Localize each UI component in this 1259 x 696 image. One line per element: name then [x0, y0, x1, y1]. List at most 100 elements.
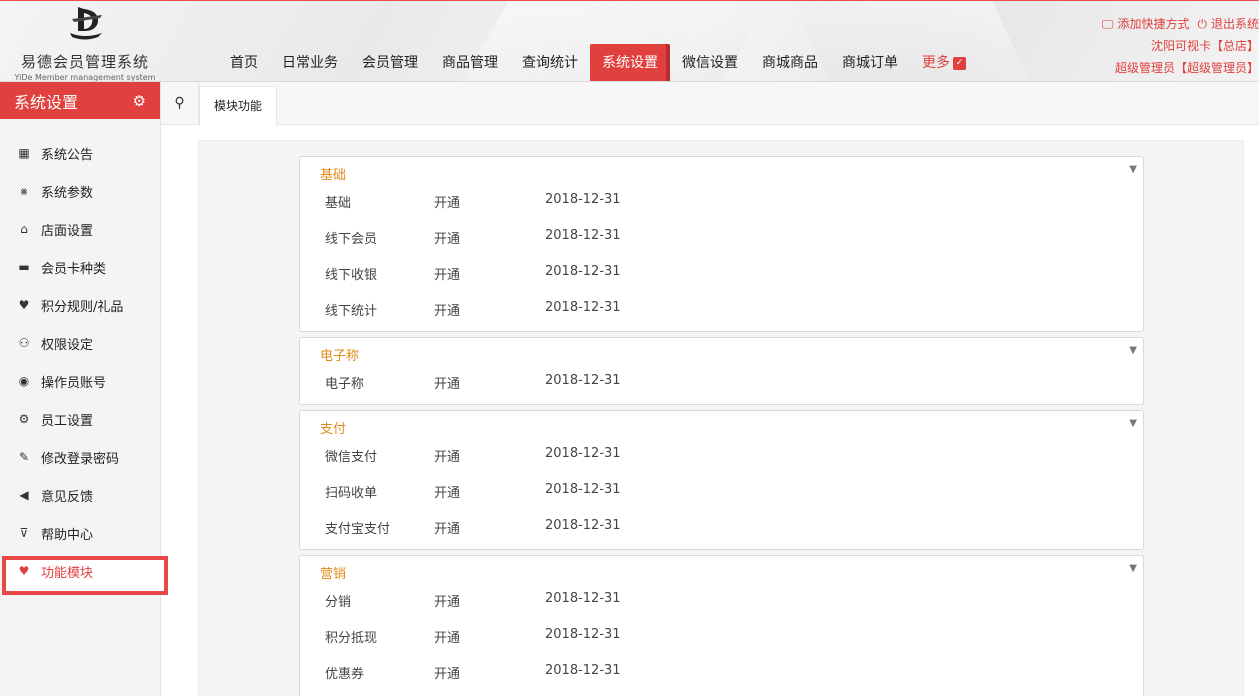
- sidebar: 系统设置 ⚙ ▦ 系统公告 ⨳ 系统参数 ⌂ 店面设置 ▬ 会员卡种类 ♥ 积分规则/礼品…: [0, 82, 168, 696]
- top-header: 易德会员管理系统 YiDe Member management system 首…: [0, 0, 1259, 82]
- tools-icon: ⨳: [20, 183, 28, 198]
- heart-icon: ♥: [18, 564, 30, 578]
- module-expiry: 2018-12-31: [545, 228, 621, 243]
- sidebar-item-points[interactable]: ♥ 积分规则/礼品: [0, 286, 160, 324]
- gear-icon[interactable]: ⚙: [133, 92, 146, 110]
- heart-icon: ♥: [18, 298, 30, 312]
- sidebar-item-permissions[interactable]: ⚇ 权限设定: [0, 324, 160, 362]
- module-name: 优惠券: [325, 667, 365, 682]
- module-group-panel: 营销 ▼ 分销 开通 2018-12-31 积分抵现 开通 2018-12-31…: [299, 555, 1144, 696]
- logout-link[interactable]: ⏻ 退出系统: [1197, 17, 1259, 31]
- nav-system-settings[interactable]: 系统设置: [590, 44, 670, 81]
- module-name: 线下统计: [325, 304, 378, 319]
- module-expiry: 2018-12-31: [545, 518, 621, 533]
- module-group-panel: 电子称 ▼ 电子称 开通 2018-12-31: [299, 337, 1144, 405]
- module-status: 开通: [434, 631, 461, 646]
- main-nav: 首页 日常业务 会员管理 商品管理 查询统计 系统设置 微信设置 商城商品 商城…: [218, 44, 978, 81]
- nav-more-label: 更多: [922, 55, 950, 71]
- gear-icon: ⚙: [18, 412, 30, 426]
- module-expiry: 2018-12-31: [545, 264, 621, 279]
- sidebar-item-label: 系统参数: [41, 185, 94, 201]
- sidebar-item-parameters[interactable]: ⨳ 系统参数: [0, 172, 160, 210]
- sidebar-item-announcement[interactable]: ▦ 系统公告: [0, 134, 160, 172]
- card-icon: ▬: [18, 260, 30, 274]
- nav-home[interactable]: 首页: [218, 44, 270, 81]
- module-status: 开通: [434, 304, 461, 319]
- caret-down-icon[interactable]: ▼: [1129, 563, 1137, 574]
- module-name: 支付宝支付: [325, 522, 391, 537]
- nav-mall-products[interactable]: 商城商品: [750, 44, 830, 81]
- caret-down-icon[interactable]: ▼: [1129, 345, 1137, 356]
- sidebar-item-help[interactable]: ⊽ 帮助中心: [0, 514, 160, 552]
- sidebar-item-staff[interactable]: ⚙ 员工设置: [0, 400, 160, 438]
- location-pin-icon[interactable]: ⚲: [161, 82, 199, 125]
- module-expiry: 2018-12-31: [545, 300, 621, 315]
- sidebar-item-card-types[interactable]: ▬ 会员卡种类: [0, 248, 160, 286]
- module-status: 开通: [434, 268, 461, 283]
- logo-icon: [70, 7, 102, 40]
- sidebar-item-store[interactable]: ⌂ 店面设置: [0, 210, 160, 248]
- module-name: 线下收银: [325, 268, 378, 283]
- add-shortcut-label: 添加快捷方式: [1117, 17, 1190, 31]
- sidebar-item-password[interactable]: ✎ 修改登录密码: [0, 438, 160, 476]
- nav-daily-business[interactable]: 日常业务: [270, 44, 350, 81]
- sidebar-item-label: 意见反馈: [41, 489, 94, 505]
- caret-down-icon[interactable]: ▼: [1129, 418, 1137, 429]
- sidebar-item-label: 员工设置: [41, 413, 94, 429]
- module-status: 开通: [434, 196, 461, 211]
- module-status: 开通: [434, 522, 461, 537]
- module-status: 开通: [434, 486, 461, 501]
- module-expiry: 2018-12-31: [545, 663, 621, 678]
- group-title: 支付: [320, 422, 347, 437]
- module-group-panel: 支付 ▼ 微信支付 开通 2018-12-31 扫码收单 开通 2018-12-…: [299, 410, 1144, 550]
- module-expiry: 2018-12-31: [545, 627, 621, 642]
- sidebar-item-label: 帮助中心: [41, 527, 94, 543]
- nav-product-management[interactable]: 商品管理: [430, 44, 510, 81]
- module-expiry: 2018-12-31: [545, 446, 621, 461]
- nav-member-management[interactable]: 会员管理: [350, 44, 430, 81]
- sidebar-item-label: 系统公告: [41, 147, 94, 163]
- nav-more[interactable]: 更多 ✓: [910, 44, 978, 81]
- module-name: 线下会员: [325, 232, 378, 247]
- sidebar-item-modules[interactable]: ♥ 功能模块: [0, 552, 168, 595]
- sidebar-item-feedback[interactable]: ◀ 意见反馈: [0, 476, 160, 514]
- nav-wechat-settings[interactable]: 微信设置: [670, 44, 750, 81]
- module-group-panel: 基础 ▼ 基础 开通 2018-12-31 线下会员 开通 2018-12-31…: [299, 156, 1144, 332]
- tab-bar: ⚲ 模块功能: [161, 82, 1259, 126]
- group-title: 电子称: [320, 349, 360, 364]
- monitor-icon: 🖵: [1101, 17, 1114, 31]
- sidebar-item-label: 功能模块: [41, 565, 94, 581]
- sidebar-item-label: 权限设定: [41, 337, 94, 353]
- module-name: 分销: [325, 595, 352, 610]
- edit-icon: ✎: [18, 450, 30, 464]
- group-title: 营销: [320, 567, 347, 582]
- user-panel: 🖵 添加快捷方式 ⏻ 退出系统 沈阳可视卡【总店】 超级管理员【超级管理员】: [1102, 13, 1259, 79]
- add-shortcut-link[interactable]: 🖵 添加快捷方式: [1102, 17, 1190, 31]
- sidebar-item-label: 操作员账号: [41, 375, 107, 391]
- module-expiry: 2018-12-31: [545, 482, 621, 497]
- sidebar-item-label: 积分规则/礼品: [41, 299, 124, 315]
- logout-label: 退出系统: [1210, 17, 1259, 31]
- caret-down-icon[interactable]: ▼: [1129, 164, 1137, 175]
- module-status: 开通: [434, 377, 461, 392]
- sidebar-item-label: 店面设置: [41, 223, 94, 239]
- sidebar-menu: ▦ 系统公告 ⨳ 系统参数 ⌂ 店面设置 ▬ 会员卡种类 ♥ 积分规则/礼品 ⚇ 权限设定 …: [0, 134, 168, 595]
- module-name: 扫码收单: [325, 486, 378, 501]
- sidebar-header: 系统设置 ⚙: [0, 82, 160, 119]
- tab-module-functions[interactable]: 模块功能: [199, 86, 277, 126]
- module-name: 积分抵现: [325, 631, 378, 646]
- chevron-down-icon: ✓: [953, 56, 966, 70]
- brand-logo[interactable]: 易德会员管理系统 YiDe Member management system: [10, 3, 160, 81]
- sidebar-title: 系统设置: [14, 92, 79, 112]
- nav-mall-orders[interactable]: 商城订单: [830, 44, 910, 81]
- module-name: 电子称: [325, 377, 365, 392]
- users-icon: ⚇: [18, 336, 30, 350]
- module-name: 基础: [325, 196, 352, 211]
- module-name: 微信支付: [325, 450, 378, 465]
- module-status: 开通: [434, 450, 461, 465]
- nav-query-statistics[interactable]: 查询统计: [510, 44, 590, 81]
- group-title: 基础: [320, 168, 347, 183]
- sidebar-item-operators[interactable]: ◉ 操作员账号: [0, 362, 160, 400]
- module-expiry: 2018-12-31: [545, 373, 621, 388]
- module-expiry: 2018-12-31: [545, 192, 621, 207]
